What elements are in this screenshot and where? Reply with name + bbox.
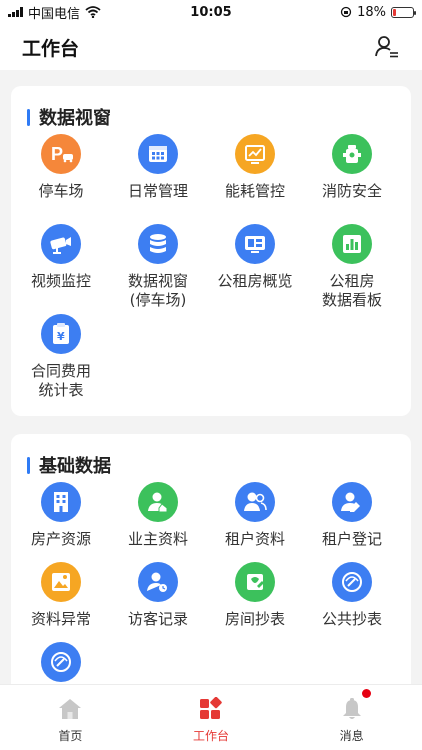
bottom-tab-bar: 首页 工作台 消息	[0, 684, 422, 750]
clipboard-yen-icon: ¥	[41, 314, 81, 354]
grid-item-label: 房间抄表	[224, 610, 285, 628]
section-accent-bar	[27, 108, 30, 126]
orientation-lock-icon	[340, 6, 352, 18]
basic-data-card: 基础数据 房产资源 业主资料 租户资料 租户登记资料异常 访客记录 房间抄表 公共抄表	[11, 434, 411, 724]
battery-icon	[390, 6, 416, 18]
user-menu-button[interactable]	[374, 34, 400, 60]
grid-item-hydrant[interactable]: 消防安全	[302, 134, 402, 201]
data-view-card: 数据视窗 P 停车场 日常管理 能耗管控 消防安全视频监控 数据视窗 (停车场) 公租房概览…	[11, 86, 411, 416]
grid-item-label: 能耗管控	[224, 182, 285, 200]
workbench-icon	[200, 697, 222, 719]
meter-icon	[41, 642, 81, 682]
building-icon	[41, 482, 81, 522]
signal-icon	[8, 7, 23, 17]
tab-workbench[interactable]: 工作台	[141, 685, 282, 750]
image-alert-icon	[41, 562, 81, 602]
grid-item-camera[interactable]: 视频监控	[11, 224, 111, 291]
notification-badge	[362, 689, 372, 698]
grid-item-label: 资料异常	[30, 610, 91, 628]
page-title: 工作台	[22, 37, 80, 60]
svg-text:P: P	[51, 144, 63, 164]
top-header: 工作台	[0, 24, 422, 70]
grid-item-label: 数据视窗 (停车场)	[127, 272, 188, 309]
grid-item-chart-board[interactable]: 能耗管控	[205, 134, 305, 201]
section-title: 数据视窗	[27, 104, 111, 130]
grid-item-database[interactable]: 数据视窗 (停车场)	[108, 224, 208, 310]
grid-item-building[interactable]: 房产资源	[11, 482, 111, 549]
grid-item-visitor[interactable]: 访客记录	[108, 562, 208, 629]
visitor-icon	[138, 562, 178, 602]
status-left: 中国电信	[8, 3, 148, 22]
clock: 10:05	[190, 4, 232, 20]
user-edit-icon	[332, 482, 372, 522]
monitor-icon	[235, 224, 275, 264]
grid-item-label: 业主资料	[127, 530, 188, 548]
section-title-text: 数据视窗	[39, 108, 111, 129]
svg-text:¥: ¥	[57, 330, 65, 343]
grid-item-label: 访客记录	[127, 610, 188, 628]
owner-icon	[138, 482, 178, 522]
home-icon	[59, 699, 82, 719]
grid-item-monitor[interactable]: 公租房概览	[205, 224, 305, 291]
battery-fill	[392, 8, 397, 16]
meter-edit-icon	[235, 562, 275, 602]
chart-board-icon	[235, 134, 275, 174]
tab-workbench-label: 工作台	[193, 729, 230, 743]
grid-item-parking[interactable]: P 停车场	[11, 134, 111, 201]
hydrant-icon	[332, 134, 372, 174]
tab-messages-label: 消息	[339, 729, 364, 743]
grid-item-meter[interactable]: 公共抄表	[302, 562, 402, 629]
grid-item-user-edit[interactable]: 租户登记	[302, 482, 402, 549]
tab-home-label: 首页	[58, 729, 83, 743]
camera-icon	[41, 224, 81, 264]
grid-item-tenants[interactable]: 租户资料	[205, 482, 305, 549]
grid-item-label: 房产资源	[30, 530, 91, 548]
grid-item-label: 公租房概览	[217, 272, 293, 290]
grid-item-label: 租户登记	[321, 530, 382, 548]
grid-item-meter[interactable]	[11, 642, 111, 682]
section-title-text: 基础数据	[39, 456, 111, 477]
grid-item-label: 公租房 数据看板	[321, 272, 382, 309]
carrier-label: 中国电信	[28, 6, 81, 22]
bar-chart-icon	[332, 224, 372, 264]
user-list-icon	[375, 36, 398, 58]
grid-item-label: 视频监控	[30, 272, 91, 290]
grid-item-label: 公共抄表	[321, 610, 382, 628]
section-accent-bar	[27, 456, 30, 474]
meter-icon	[332, 562, 372, 602]
grid-item-label: 停车场	[38, 182, 84, 200]
bell-icon	[342, 698, 361, 719]
parking-icon: P	[41, 134, 81, 174]
grid-item-calendar[interactable]: 日常管理	[108, 134, 208, 201]
battery-percent: 18%	[357, 4, 386, 20]
section-title: 基础数据	[27, 452, 111, 478]
database-icon	[138, 224, 178, 264]
wifi-icon	[85, 6, 101, 18]
calendar-icon	[138, 134, 178, 174]
tab-home[interactable]: 首页	[0, 685, 141, 750]
status-bar: 中国电信 10:05 18%	[0, 0, 422, 24]
grid-item-owner[interactable]: 业主资料	[108, 482, 208, 549]
grid-item-meter-edit[interactable]: 房间抄表	[205, 562, 305, 629]
grid-item-clipboard-yen[interactable]: ¥ 合同费用 统计表	[11, 314, 111, 400]
grid-item-label: 租户资料	[224, 530, 285, 548]
tab-messages[interactable]: 消息	[281, 685, 422, 750]
grid-item-label: 合同费用 统计表	[30, 362, 91, 399]
grid-item-label: 日常管理	[127, 182, 188, 200]
grid-item-label: 消防安全	[321, 182, 382, 200]
tenants-icon	[235, 482, 275, 522]
grid-item-bar-chart[interactable]: 公租房 数据看板	[302, 224, 402, 310]
status-right: 18%	[274, 4, 416, 20]
grid-item-image-alert[interactable]: 资料异常	[11, 562, 111, 629]
